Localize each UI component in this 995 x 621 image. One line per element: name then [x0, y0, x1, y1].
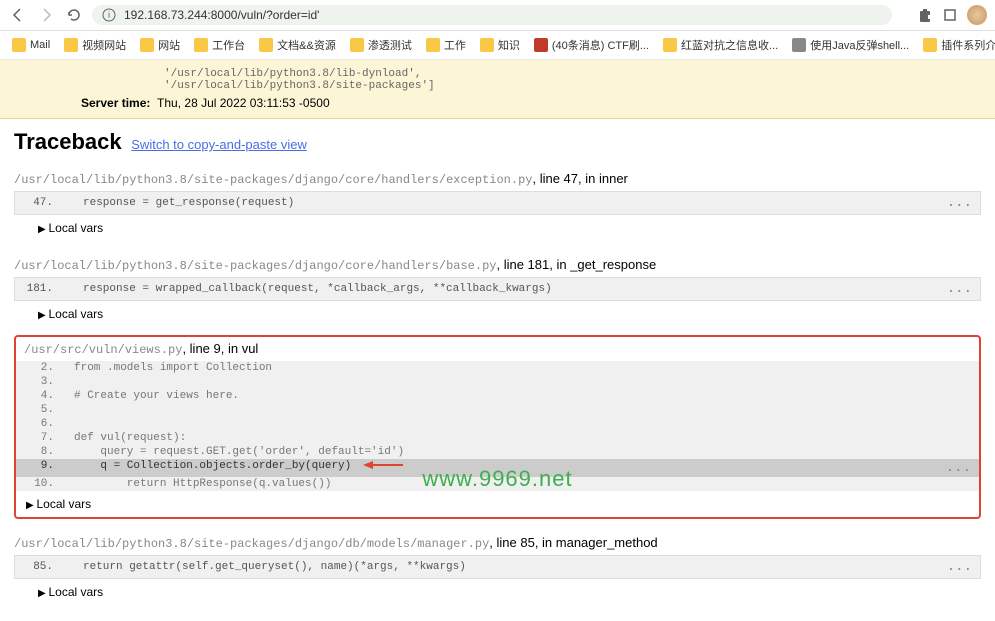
bookmark-label: 使用Java反弹shell... [810, 37, 909, 53]
expand-icon[interactable]: ... [946, 460, 971, 476]
profile-avatar[interactable] [967, 5, 987, 25]
frame-file: /usr/local/lib/python3.8/site-packages/d… [14, 537, 489, 551]
bookmark-icon [426, 38, 440, 52]
svg-text:i: i [108, 10, 110, 20]
url-bar[interactable]: i [92, 5, 892, 25]
forward-button[interactable] [36, 5, 56, 25]
code-row: 5. [16, 403, 979, 417]
frame-vuln-highlighted: /usr/src/vuln/views.py, line 9, in vul 2… [14, 335, 981, 519]
bookmark-item[interactable]: Mail [8, 36, 54, 54]
bookmark-icon [12, 38, 26, 52]
frame-loc: , line 85, in manager_method [489, 535, 657, 550]
bookmark-item[interactable]: 红蓝对抗之信息收... [659, 35, 782, 55]
python-path-2: '/usr/local/lib/python3.8/site-packages'… [164, 80, 981, 92]
frame-loc: , line 9, in vul [182, 341, 258, 356]
info-icon: i [102, 8, 116, 22]
bookmark-label: 网站 [158, 37, 180, 53]
reload-button[interactable] [64, 5, 84, 25]
bookmark-label: 知识 [498, 37, 520, 53]
code-line: 85. return getattr(self.get_queryset(), … [14, 555, 981, 579]
switch-view-link[interactable]: Switch to copy-and-paste view [131, 137, 307, 152]
frame-manager: /usr/local/lib/python3.8/site-packages/d… [14, 531, 981, 605]
bookmark-icon [480, 38, 494, 52]
expand-icon[interactable]: ... [947, 559, 972, 575]
bookmark-item[interactable]: 工作台 [190, 35, 249, 55]
bookmark-icon [140, 38, 154, 52]
url-input[interactable] [124, 8, 882, 22]
traceback-heading: Traceback [14, 129, 122, 154]
bookmark-label: Mail [30, 39, 50, 51]
back-button[interactable] [8, 5, 28, 25]
code-context: 2.from .models import Collection3.4.# Cr… [16, 361, 979, 491]
code-line: 181. response = wrapped_callback(request… [14, 277, 981, 301]
traceback-content: Traceback Switch to copy-and-paste view … [0, 119, 995, 615]
bookmark-item[interactable]: 文档&&资源 [255, 35, 340, 55]
bookmark-label: 工作台 [212, 37, 245, 53]
bookmark-label: 文档&&资源 [277, 37, 336, 53]
bookmark-item[interactable]: 知识 [476, 35, 524, 55]
code-row: 10. return HttpResponse(q.values()) [16, 477, 979, 491]
bookmark-icon [663, 38, 677, 52]
frame-file: /usr/local/lib/python3.8/site-packages/d… [14, 259, 496, 273]
python-path-1: '/usr/local/lib/python3.8/lib-dynload', [164, 68, 981, 80]
frame-file: /usr/src/vuln/views.py [24, 343, 182, 357]
server-header: '/usr/local/lib/python3.8/lib-dynload', … [0, 60, 995, 119]
bookmark-icon [534, 38, 548, 52]
code-line: 47. response = get_response(request) ... [14, 191, 981, 215]
bookmark-label: 视频网站 [82, 37, 126, 53]
bookmark-icon [923, 38, 937, 52]
frame-loc: , line 181, in _get_response [496, 257, 656, 272]
local-vars-toggle[interactable]: Local vars [14, 301, 981, 327]
code-row: 7.def vul(request): [16, 431, 979, 445]
frame-file: /usr/local/lib/python3.8/site-packages/d… [14, 173, 532, 187]
bookmark-label: 红蓝对抗之信息收... [681, 37, 778, 53]
frame-loc: , line 47, in inner [532, 171, 627, 186]
local-vars-toggle[interactable]: Local vars [14, 215, 981, 241]
expand-icon[interactable]: ... [947, 281, 972, 297]
code-row: 4.# Create your views here. [16, 389, 979, 403]
code-row: 2.from .models import Collection [16, 361, 979, 375]
code-row: 9. q = Collection.objects.order_by(query… [16, 459, 979, 477]
local-vars-toggle[interactable]: Local vars [14, 579, 981, 605]
server-time-label: Server time: [81, 96, 150, 110]
bookmark-item[interactable]: 视频网站 [60, 35, 130, 55]
extensions-icon[interactable] [917, 7, 933, 23]
bookmark-icon [194, 38, 208, 52]
code-row: 8. query = request.GET.get('order', defa… [16, 445, 979, 459]
bookmark-item[interactable]: 网站 [136, 35, 184, 55]
bookmark-icon [350, 38, 364, 52]
bookmark-label: 渗透测试 [368, 37, 412, 53]
frame-exception: /usr/local/lib/python3.8/site-packages/d… [14, 167, 981, 241]
bookmark-item[interactable]: 渗透测试 [346, 35, 416, 55]
reader-icon[interactable] [943, 8, 957, 22]
bookmark-item[interactable]: 插件系列介绍 | Ten... [919, 35, 995, 55]
bookmark-icon [259, 38, 273, 52]
arrow-icon [363, 460, 403, 470]
bookmark-label: 工作 [444, 37, 466, 53]
bookmark-label: (40条消息) CTF刷... [552, 37, 649, 53]
bookmark-item[interactable]: (40条消息) CTF刷... [530, 35, 653, 55]
frame-base: /usr/local/lib/python3.8/site-packages/d… [14, 253, 981, 327]
code-row: 6. [16, 417, 979, 431]
bookmark-item[interactable]: 工作 [422, 35, 470, 55]
bookmark-label: 插件系列介绍 | Ten... [941, 37, 995, 53]
bookmarks-bar: Mail 视频网站 网站 工作台 文档&&资源 渗透测试 工作 知识 (40条消息) CTF刷.… [0, 31, 995, 60]
server-time-value: Thu, 28 Jul 2022 03:11:53 -0500 [157, 96, 330, 110]
code-row: 3. [16, 375, 979, 389]
bookmark-icon [792, 38, 806, 52]
local-vars-toggle[interactable]: Local vars [16, 491, 979, 517]
browser-toolbar: i [0, 0, 995, 31]
bookmark-icon [64, 38, 78, 52]
expand-icon[interactable]: ... [947, 195, 972, 211]
bookmark-item[interactable]: 使用Java反弹shell... [788, 35, 913, 55]
